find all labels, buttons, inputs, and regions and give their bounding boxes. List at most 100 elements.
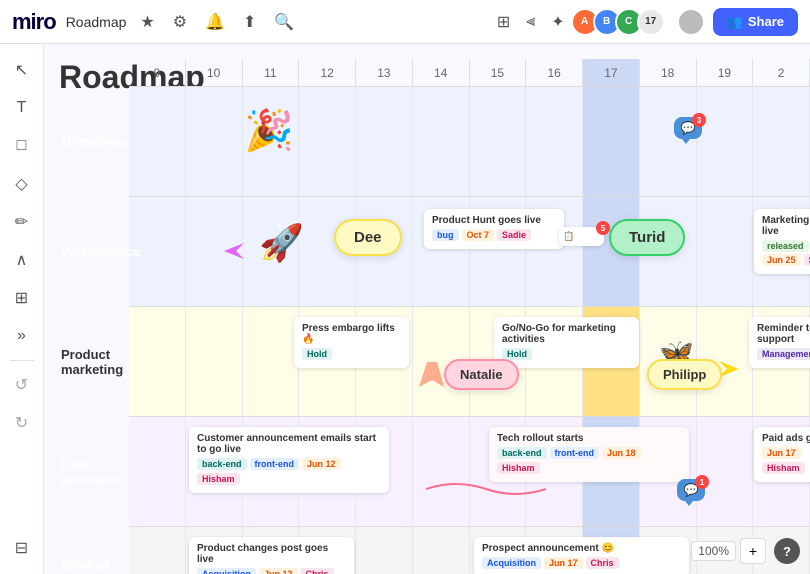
- cell-m-12: [299, 87, 356, 196]
- col-20: 2: [753, 59, 810, 86]
- cell-m-20: [753, 87, 810, 196]
- card-product-changes[interactable]: Product changes post goes live Acquisiti…: [189, 537, 354, 574]
- lane-label-product-marketing: Product marketing: [55, 307, 123, 416]
- name-philipp: Philipp: [647, 359, 722, 390]
- settings-icon[interactable]: ⚙: [169, 8, 191, 36]
- cell-pm-10: [186, 307, 243, 416]
- cell-m-14: [413, 87, 470, 196]
- zoom-in-button[interactable]: +: [740, 538, 766, 564]
- frame-tool[interactable]: ⊞: [6, 282, 38, 314]
- lane-label-performance: Performance: [55, 197, 123, 306]
- grid-view-toggle[interactable]: ⊟: [6, 532, 38, 564]
- cell-m-17: [583, 87, 640, 196]
- comment-badge-3: 3: [692, 113, 706, 127]
- col-19: 19: [697, 59, 754, 86]
- undo-button[interactable]: ↺: [6, 369, 38, 401]
- card-product-hunt[interactable]: Product Hunt goes live bug Oct 7 Sadie: [424, 209, 564, 249]
- arrow-left-performance: [214, 239, 244, 268]
- card-badge-5: 5: [596, 221, 610, 235]
- col-12: 12: [299, 59, 356, 86]
- col-10: 10: [186, 59, 243, 86]
- cell-m-15: [470, 87, 527, 196]
- card-prospect-announcement[interactable]: Prospect announcement 😊 Acquisition Jun …: [474, 537, 689, 574]
- col-9: 9: [129, 59, 186, 86]
- share-button[interactable]: 👥 Share: [713, 8, 798, 36]
- left-toolbar: ↖ T □ ◇ ✏ ∧ ⊞ » ↺ ↻ ⊟: [0, 44, 44, 574]
- cursor-icon[interactable]: ✦: [547, 8, 568, 36]
- cell-ua-19: [697, 417, 754, 526]
- lane-label-milestones: Milestones: [55, 87, 123, 196]
- cell-m-19: [697, 87, 754, 196]
- text-tool[interactable]: T: [6, 92, 38, 124]
- card-customer-announcement[interactable]: Customer announcement emails start to go…: [189, 427, 389, 493]
- col-13: 13: [356, 59, 413, 86]
- card-tech-rollout[interactable]: Tech rollout starts back-end front-end J…: [489, 427, 689, 482]
- cell-pm-11: [243, 307, 300, 416]
- line-tool[interactable]: ∧: [6, 244, 38, 276]
- name-turid: Turid: [609, 219, 685, 256]
- pen-tool[interactable]: ✏: [6, 206, 38, 238]
- lane-performance: Performance 🚀: [129, 197, 810, 307]
- card-reminder-sales[interactable]: Reminder to sales and support Management: [749, 317, 810, 368]
- squiggle-ua: [426, 479, 546, 504]
- comment-bubble-milestones[interactable]: 💬 3: [674, 117, 702, 139]
- search-icon[interactable]: 🔍: [270, 8, 298, 36]
- canvas: Roadmap 9 10 11 12 13 14 15 16 17 18 19 …: [44, 44, 810, 574]
- col-16: 16: [526, 59, 583, 86]
- col-14: 14: [413, 59, 470, 86]
- card-small-perf[interactable]: 📋 5: [559, 227, 604, 246]
- card-press-embargo[interactable]: Press embargo lifts 🔥 Hold: [294, 317, 409, 368]
- column-headers: 9 10 11 12 13 14 15 16 17 18 19 2: [129, 59, 810, 87]
- comment-badge-ua: 1: [695, 475, 709, 489]
- col-18: 18: [640, 59, 697, 86]
- col-15: 15: [470, 59, 527, 86]
- card-paid-ads[interactable]: Paid ads go live Jun 17 Hisham: [754, 427, 810, 482]
- cell-pi-13: [356, 527, 413, 574]
- roadmap: Roadmap 9 10 11 12 13 14 15 16 17 18 19 …: [59, 59, 810, 574]
- cell-pm-9: [129, 307, 186, 416]
- card-marketing-pages[interactable]: Marketing pages go live released Oct 3 J…: [754, 209, 810, 274]
- name-dee: Dee: [334, 219, 402, 256]
- card-go-no-go[interactable]: Go/No-Go for marketing activities Hold: [494, 317, 639, 368]
- cell-m-9: [129, 87, 186, 196]
- grid-container: 9 10 11 12 13 14 15 16 17 18 19 2 Milest…: [129, 59, 810, 574]
- avatar-count: 17: [637, 8, 665, 36]
- cell-m-10: [186, 87, 243, 196]
- upload-icon[interactable]: ⬆: [239, 8, 260, 36]
- cell-ua-14: [413, 417, 470, 526]
- nav-right: ⊞ ⫷ ✦ A B C 17 👥 Share: [493, 8, 798, 36]
- layout-icon[interactable]: ⊞: [493, 8, 514, 36]
- cell-p-9: [129, 197, 186, 306]
- arrow-right-pm: [719, 357, 749, 386]
- sticky-tool[interactable]: □: [6, 130, 38, 162]
- cell-ua-9: [129, 417, 186, 526]
- redo-button[interactable]: ↻: [6, 407, 38, 439]
- cell-m-16: [526, 87, 583, 196]
- zoom-value: 100%: [691, 541, 736, 561]
- cell-m-13: [356, 87, 413, 196]
- navbar: miro Roadmap ★ ⚙ 🔔 ⬆ 🔍 ⊞ ⫷ ✦ A B C 17 👥 …: [0, 0, 810, 44]
- help-button[interactable]: ?: [774, 538, 800, 564]
- miro-logo: miro: [12, 9, 56, 35]
- more-tools[interactable]: »: [6, 320, 38, 352]
- lane-product-marketing: Product marketing Press embargo lifts 🔥: [129, 307, 810, 417]
- star-icon[interactable]: ★: [136, 8, 158, 36]
- avatar-single: [677, 8, 705, 36]
- share-icon: 👥: [727, 14, 743, 30]
- lane-label-product-integrations: Product Integrations: [55, 527, 123, 574]
- filter-icon[interactable]: ⫷: [522, 9, 539, 35]
- cell-pi-9: [129, 527, 186, 574]
- lane-label-user-activation: User activation: [55, 417, 123, 526]
- col-17: 17: [583, 59, 640, 86]
- toolbar-separator: [10, 360, 34, 361]
- lane-milestones: Milestones 🎉 💬 3: [129, 87, 810, 197]
- board-title: Roadmap: [66, 14, 127, 30]
- avatar-group: A B C 17: [577, 8, 665, 36]
- name-natalie: Natalie: [444, 359, 519, 390]
- select-tool[interactable]: ↖: [6, 54, 38, 86]
- col-11: 11: [243, 59, 300, 86]
- cell-pi-14: [413, 527, 470, 574]
- comment-bubble-ua[interactable]: 💬 1: [677, 479, 705, 501]
- shape-tool[interactable]: ◇: [6, 168, 38, 200]
- bell-icon[interactable]: 🔔: [201, 8, 229, 36]
